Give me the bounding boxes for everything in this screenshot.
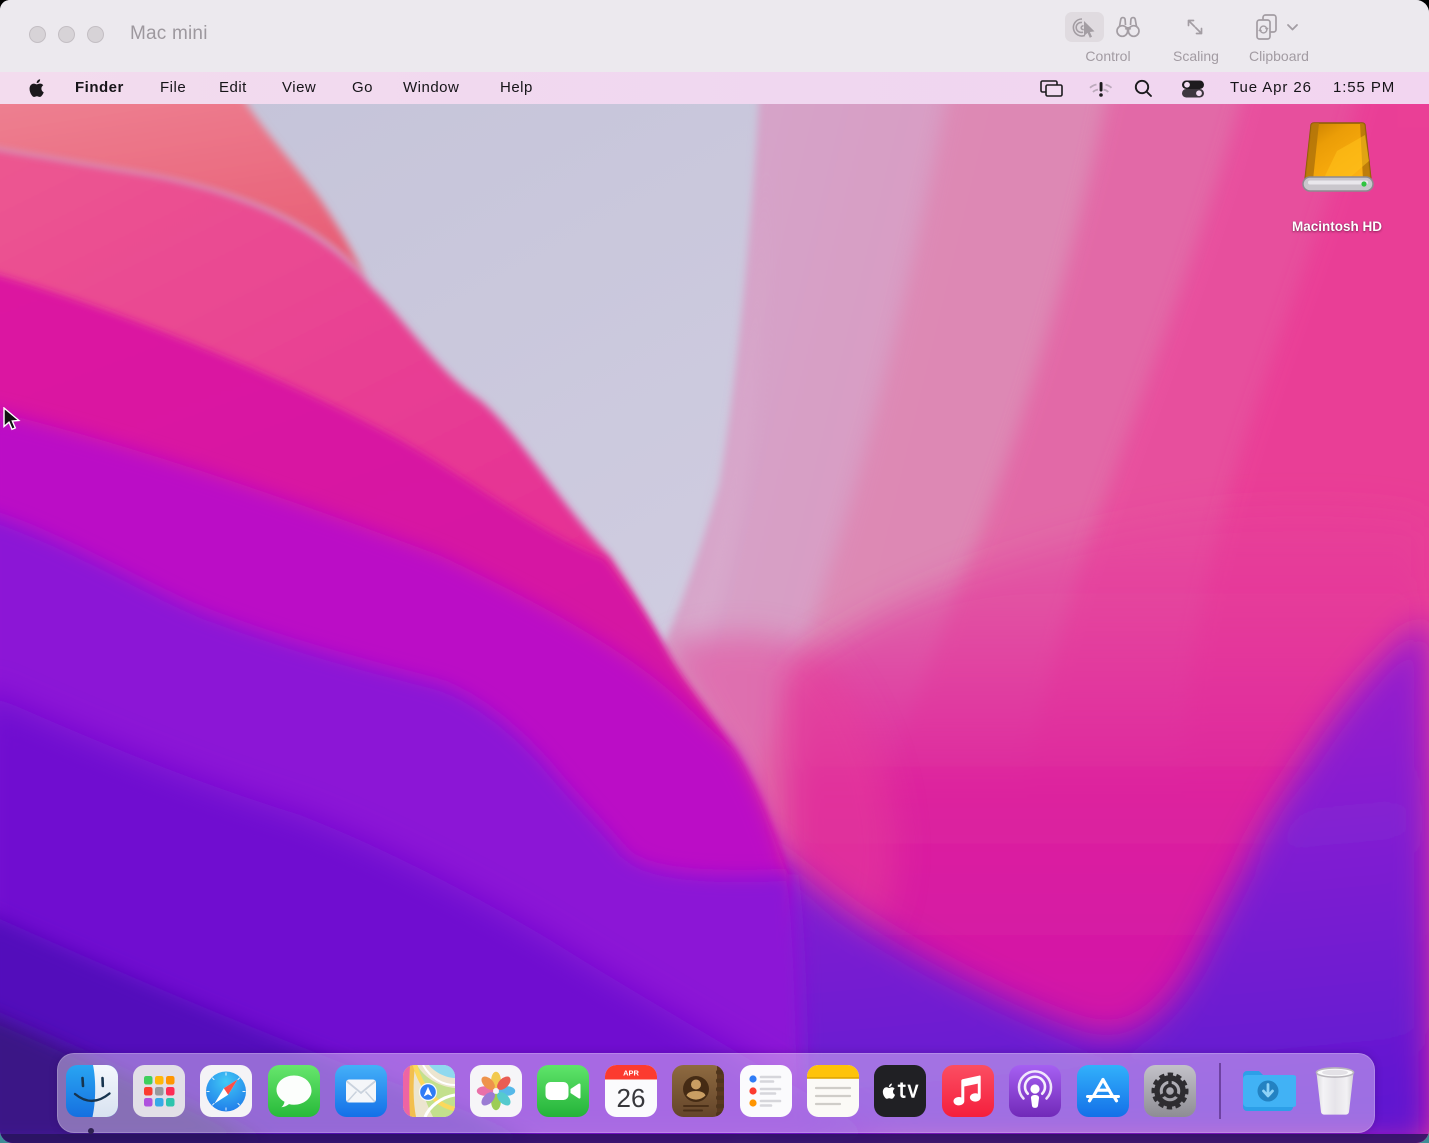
svg-text:26: 26: [616, 1083, 645, 1113]
svg-text:APR: APR: [623, 1069, 639, 1078]
